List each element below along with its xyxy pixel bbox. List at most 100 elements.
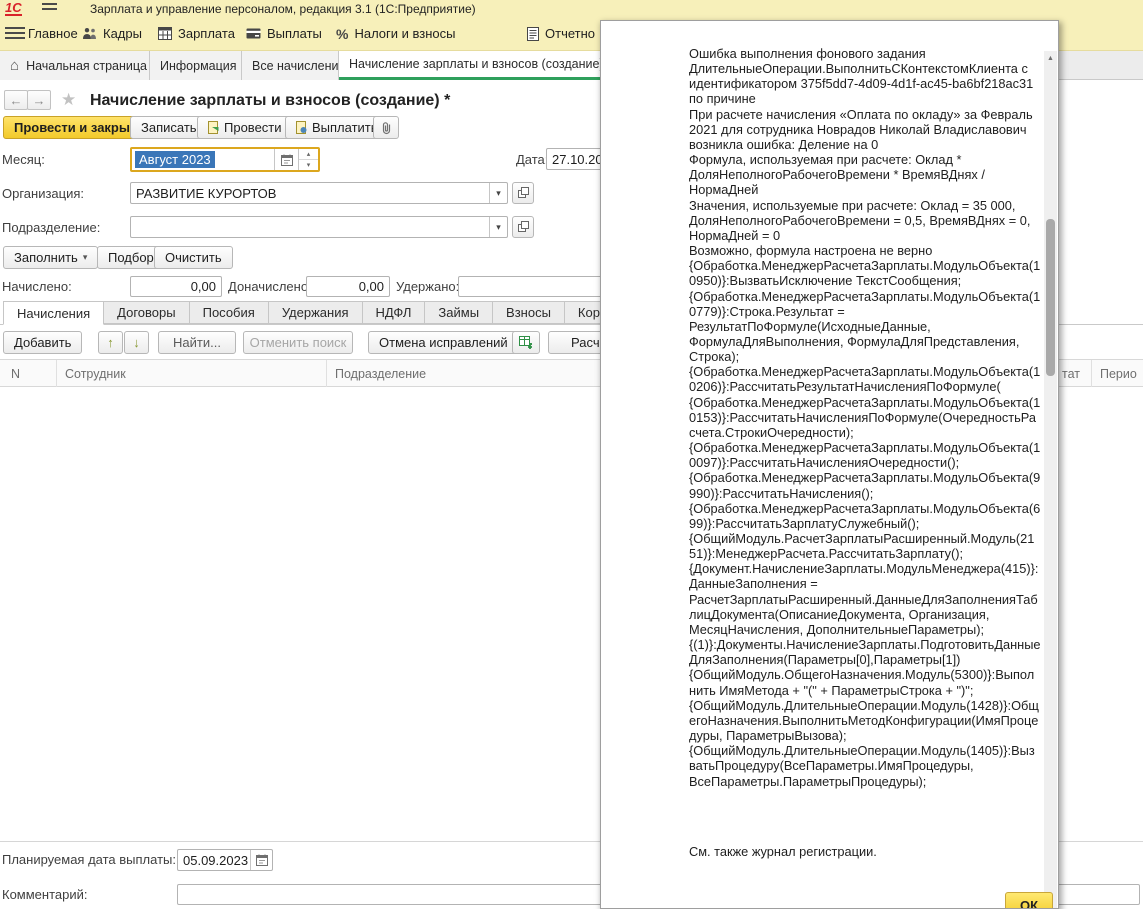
tab-information[interactable]: Информация × [150,51,242,80]
card-icon [246,28,261,39]
registration-log-note: См. также журнал регистрации. [689,844,877,859]
app-window: 1С Зарплата и управление персоналом, ред… [0,0,1143,909]
sheet-tab-contributions[interactable]: Взносы [493,301,565,324]
find-button[interactable]: Найти... [158,331,236,354]
accrued-label: Начислено: [2,279,72,294]
post-button[interactable]: Провести [197,116,293,139]
move-up-button[interactable]: ↑ [98,331,123,354]
tab-home[interactable]: ⌂ Начальная страница [0,51,150,80]
sheet-tab-contracts[interactable]: Договоры [104,301,189,324]
spin-down-icon[interactable]: ▾ [299,160,318,170]
column-header-n: N [3,360,57,387]
people-icon [82,27,97,40]
extra-accrued-input[interactable]: 0,00 [306,276,390,297]
sections-menu-button[interactable] [5,17,25,50]
undo-corrections-button[interactable]: Отмена исправлений ▾ [368,331,528,354]
chevron-down-icon: ▾ [496,222,501,233]
fill-button[interactable]: Заполнить ▾ [3,246,98,269]
planned-pay-date-label: Планируемая дата выплаты: [2,852,176,867]
error-message-text: Ошибка выполнения фонового задания Длите… [689,46,1041,838]
month-label: Месяц: [2,152,45,167]
menu-item-salary[interactable]: Зарплата [158,17,235,50]
menu-item-reporting[interactable]: Отчетно [527,17,595,50]
tab-label: Начисление зарплаты и взносов (создание)… [349,57,612,71]
hamburger-icon [5,27,25,40]
spin-up-icon[interactable]: ▴ [299,149,318,160]
table-add-icon [519,336,533,349]
month-spinner: ▴ ▾ [298,149,318,170]
post-icon [208,121,219,134]
pay-icon [296,121,307,134]
menu-item-label: Главное [28,26,78,41]
sheet-tab-loans[interactable]: Займы [425,301,493,324]
withheld-label: Удержано: [396,279,459,294]
window-title: Зарплата и управление персоналом, редакц… [90,2,476,16]
comment-label: Комментарий: [2,887,88,902]
favorite-star-icon[interactable]: ★ [61,90,76,110]
sheet-tab-ndfl[interactable]: НДФЛ [363,301,426,324]
ok-button[interactable]: ОК [1005,892,1053,909]
attachments-button[interactable] [373,116,399,139]
menu-item-payments[interactable]: Выплаты [246,17,322,50]
menu-item-hr[interactable]: Кадры [82,17,142,50]
month-value: Август 2023 [132,149,274,170]
department-dropdown-button[interactable]: ▾ [489,217,507,237]
save-button[interactable]: Записать [130,116,208,139]
month-input[interactable]: Август 2023 ▴ ▾ [130,147,320,172]
department-open-button[interactable] [512,216,534,238]
column-header-employee: Сотрудник [57,360,327,387]
month-calendar-button[interactable] [274,149,298,170]
dialog-scrollbar[interactable]: ▲ [1044,51,1057,909]
planned-pay-date-input[interactable]: 05.09.2023 [177,849,273,871]
calendar-icon [281,154,293,166]
tab-label: Начальная страница [26,59,147,73]
organization-label: Организация: [2,186,84,201]
forward-button[interactable]: → [27,90,51,110]
accrued-value: 0,00 [186,279,221,294]
forward-arrow-icon: → [33,93,46,108]
percent-icon: % [336,26,348,42]
extra-accrued-label: Доначислено: [228,279,312,294]
scrollbar-thumb[interactable] [1046,219,1055,376]
menu-item-label: Отчетно [545,26,595,41]
sheet-tab-accruals[interactable]: Начисления [3,301,104,325]
move-down-button[interactable]: ↓ [124,331,149,354]
department-label: Подразделение: [2,220,100,235]
organization-open-button[interactable] [512,182,534,204]
onec-logo: 1С [5,1,22,16]
menu-item-label: Кадры [103,26,142,41]
add-row-button[interactable]: Добавить [3,331,82,354]
organization-input[interactable]: РАЗВИТИЕ КУРОРТОВ ▾ [130,182,508,204]
accrued-input[interactable]: 0,00 [130,276,222,297]
tab-all-accruals[interactable]: Все начисления × [242,51,339,80]
cancel-search-button[interactable]: Отменить поиск [243,331,353,354]
clear-button[interactable]: Очистить [154,246,233,269]
planned-pay-date-calendar-button[interactable] [250,850,272,870]
organization-dropdown-button[interactable]: ▾ [489,183,507,203]
scroll-up-button[interactable]: ▲ [1044,51,1057,65]
sheet-tab-deductions[interactable]: Удержания [269,301,363,324]
pay-button-label: Выплатить [312,120,378,135]
menu-item-main[interactable]: Главное [28,17,78,50]
undo-corrections-label: Отмена исправлений [379,335,508,350]
sheet-tab-benefits[interactable]: Пособия [190,301,269,324]
column-header-fragment-result: тат [1054,360,1092,387]
extra-accrued-value: 0,00 [354,279,389,294]
menu-item-taxes[interactable]: % Налоги и взносы [336,17,456,50]
back-arrow-icon: ← [10,93,23,108]
window-menu-icon[interactable] [42,3,57,13]
insert-rows-button[interactable] [512,331,540,354]
paperclip-icon [380,121,393,135]
app-titlebar: 1С Зарплата и управление персоналом, ред… [0,0,1143,17]
back-button[interactable]: ← [4,90,28,110]
department-input[interactable]: ▾ [130,216,508,238]
open-form-icon [517,221,529,233]
chevron-down-icon: ▾ [496,188,501,199]
page-title: Начисление зарплаты и взносов (создание)… [90,92,450,110]
grid-icon [158,27,172,40]
date-label: Дата: [516,152,548,167]
post-button-label: Провести [224,120,282,135]
column-header-fragment-period: Перио [1092,360,1143,387]
arrow-up-icon: ↑ [107,335,114,350]
error-dialog: Ошибка выполнения фонового задания Длите… [600,20,1059,909]
